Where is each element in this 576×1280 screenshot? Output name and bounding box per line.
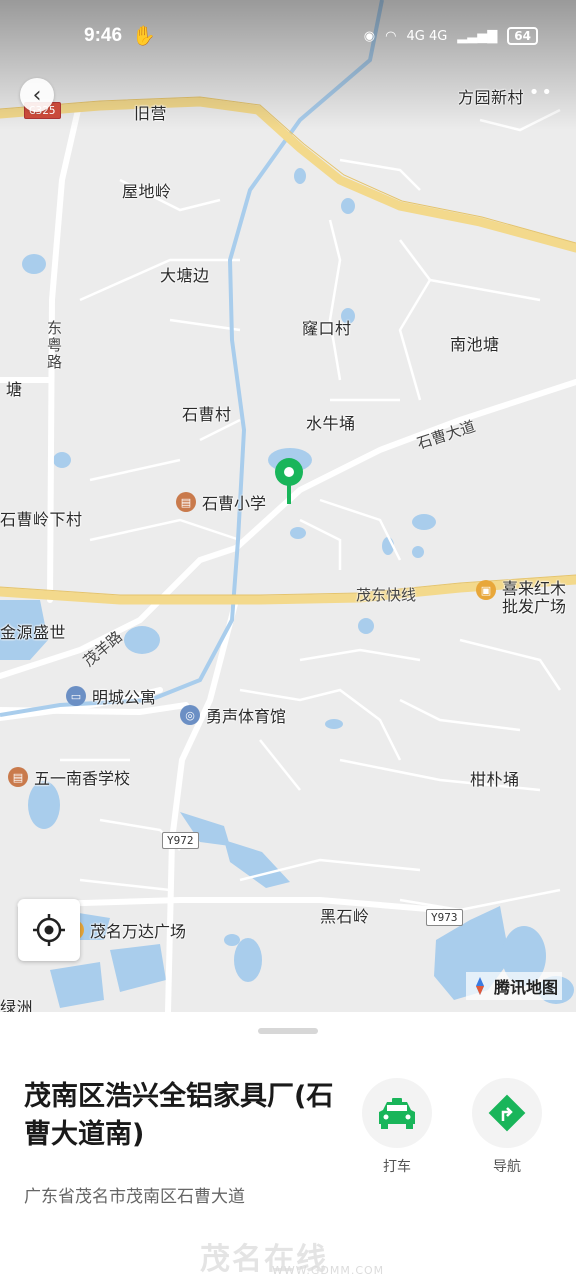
hotel-icon: ▭ [66, 686, 86, 706]
eye-icon: ◉ [363, 28, 376, 44]
school-icon: ▤ [176, 492, 196, 512]
minor-roads [60, 108, 562, 912]
poi-label: 茂名万达广场 [90, 922, 187, 941]
signal-icon: ▂▃▅▇ [457, 28, 498, 44]
location-pin-icon[interactable] [272, 456, 306, 508]
school-icon: ▤ [8, 767, 28, 787]
road-maodong-label: 茂东快线 [356, 586, 417, 604]
poi-label: 勇声体育馆 [206, 707, 287, 726]
road-shield-y973: Y973 [426, 909, 463, 926]
place-jiuying[interactable]: 旧营 [134, 100, 167, 124]
poi-shicao-school[interactable]: ▤ 石曹小学 [176, 490, 266, 514]
place-datangbian[interactable]: 大塘边 [160, 262, 210, 286]
taxi-button[interactable]: 打车 [362, 1078, 432, 1176]
status-time: 9:46 ✋ [84, 25, 156, 47]
gesture-icon: ✋ [132, 26, 156, 47]
road-shield-y972: Y972 [162, 832, 199, 849]
navigate-label: 导航 [493, 1159, 521, 1175]
crosshair-icon [33, 914, 65, 946]
poi-label-line2: 批发广场 [502, 597, 567, 616]
navigate-icon-wrap [472, 1078, 542, 1148]
brand-label: 腾讯地图 [493, 978, 558, 997]
navigate-button[interactable]: 导航 [472, 1078, 542, 1176]
more-options-button[interactable]: •• [529, 82, 554, 103]
map-view[interactable]: 旧营 方园新村 屋地岭 大塘边 窿口村 南池塘 塘 石曹村 水牛埇 石曹岭下村 … [0, 0, 576, 1012]
map-brand-logo: 腾讯地图 [465, 972, 562, 1000]
place-shicaocun[interactable]: 石曹村 [182, 401, 232, 425]
place-lvzhou[interactable]: 绿洲 [0, 994, 33, 1012]
status-bar: 9:46 ✋ ◉ ◠ 4G 4G ▂▃▅▇ 64 [0, 18, 576, 54]
place-wudiling[interactable]: 屋地岭 [122, 178, 172, 202]
place-title: 茂南区浩兴全铝家具厂(石曹大道南) [24, 1081, 334, 1150]
chevron-left-icon: ‹ [32, 82, 42, 108]
navigate-icon [488, 1094, 526, 1132]
poi-wanda-plaza[interactable]: ▣ 茂名万达广场 [64, 918, 186, 942]
watermark-url: WWW.GDMM.COM [272, 1264, 385, 1277]
place-shuiniuyong[interactable]: 水牛埇 [306, 410, 356, 434]
place-shicaolingxia[interactable]: 石曹岭下村 [0, 506, 83, 530]
my-location-button[interactable] [18, 899, 80, 961]
place-tang[interactable]: 塘 [6, 376, 23, 400]
battery-icon: 64 [507, 27, 538, 45]
stadium-icon: ◎ [180, 705, 200, 725]
hotspot-icon: ◠ [385, 28, 397, 44]
back-button[interactable]: ‹ [20, 78, 54, 112]
poi-label: 明城公寓 [92, 688, 157, 707]
place-fangyuan[interactable]: 方园新村 [458, 84, 524, 108]
taxi-icon [379, 1098, 415, 1129]
place-longkou[interactable]: 窿口村 [302, 315, 352, 339]
taxi-icon-wrap [362, 1078, 432, 1148]
poi-label: 五一南香学校 [34, 769, 131, 788]
main-roads [0, 107, 576, 1012]
poi-label: 喜来红木 [502, 579, 567, 598]
place-address: 广东省茂名市茂南区石曹大道 [24, 1187, 245, 1207]
taxi-label: 打车 [383, 1159, 411, 1175]
compass-icon [475, 977, 484, 995]
place-jinyuan[interactable]: 金源盛世 [0, 619, 66, 643]
place-heishiling[interactable]: 黑石岭 [320, 903, 370, 927]
road-dongyue-label: 东粤路 [45, 320, 63, 371]
poi-xilai-market[interactable]: ▣ 喜来红木 批发广场 [476, 580, 566, 616]
poi-mingcheng-apartment[interactable]: ▭ 明城公寓 [66, 684, 156, 708]
poi-yongsheng-stadium[interactable]: ◎ 勇声体育馆 [180, 703, 286, 727]
place-ganpuyong[interactable]: 柑朴埇 [470, 766, 520, 790]
more-dots-icon: •• [528, 82, 554, 103]
signal-label: 4G 4G [406, 28, 448, 44]
drag-handle[interactable] [258, 1028, 318, 1034]
poi-wuyi-school[interactable]: ▤ 五一南香学校 [8, 765, 130, 789]
place-nanchitang[interactable]: 南池塘 [450, 331, 500, 355]
poi-label: 石曹小学 [202, 494, 267, 513]
place-detail-sheet[interactable]: 茂南区浩兴全铝家具厂(石曹大道南) 广东省茂名市茂南区石曹大道 打车 导航 茂名… [0, 1012, 576, 1280]
mall-icon: ▣ [476, 580, 496, 600]
